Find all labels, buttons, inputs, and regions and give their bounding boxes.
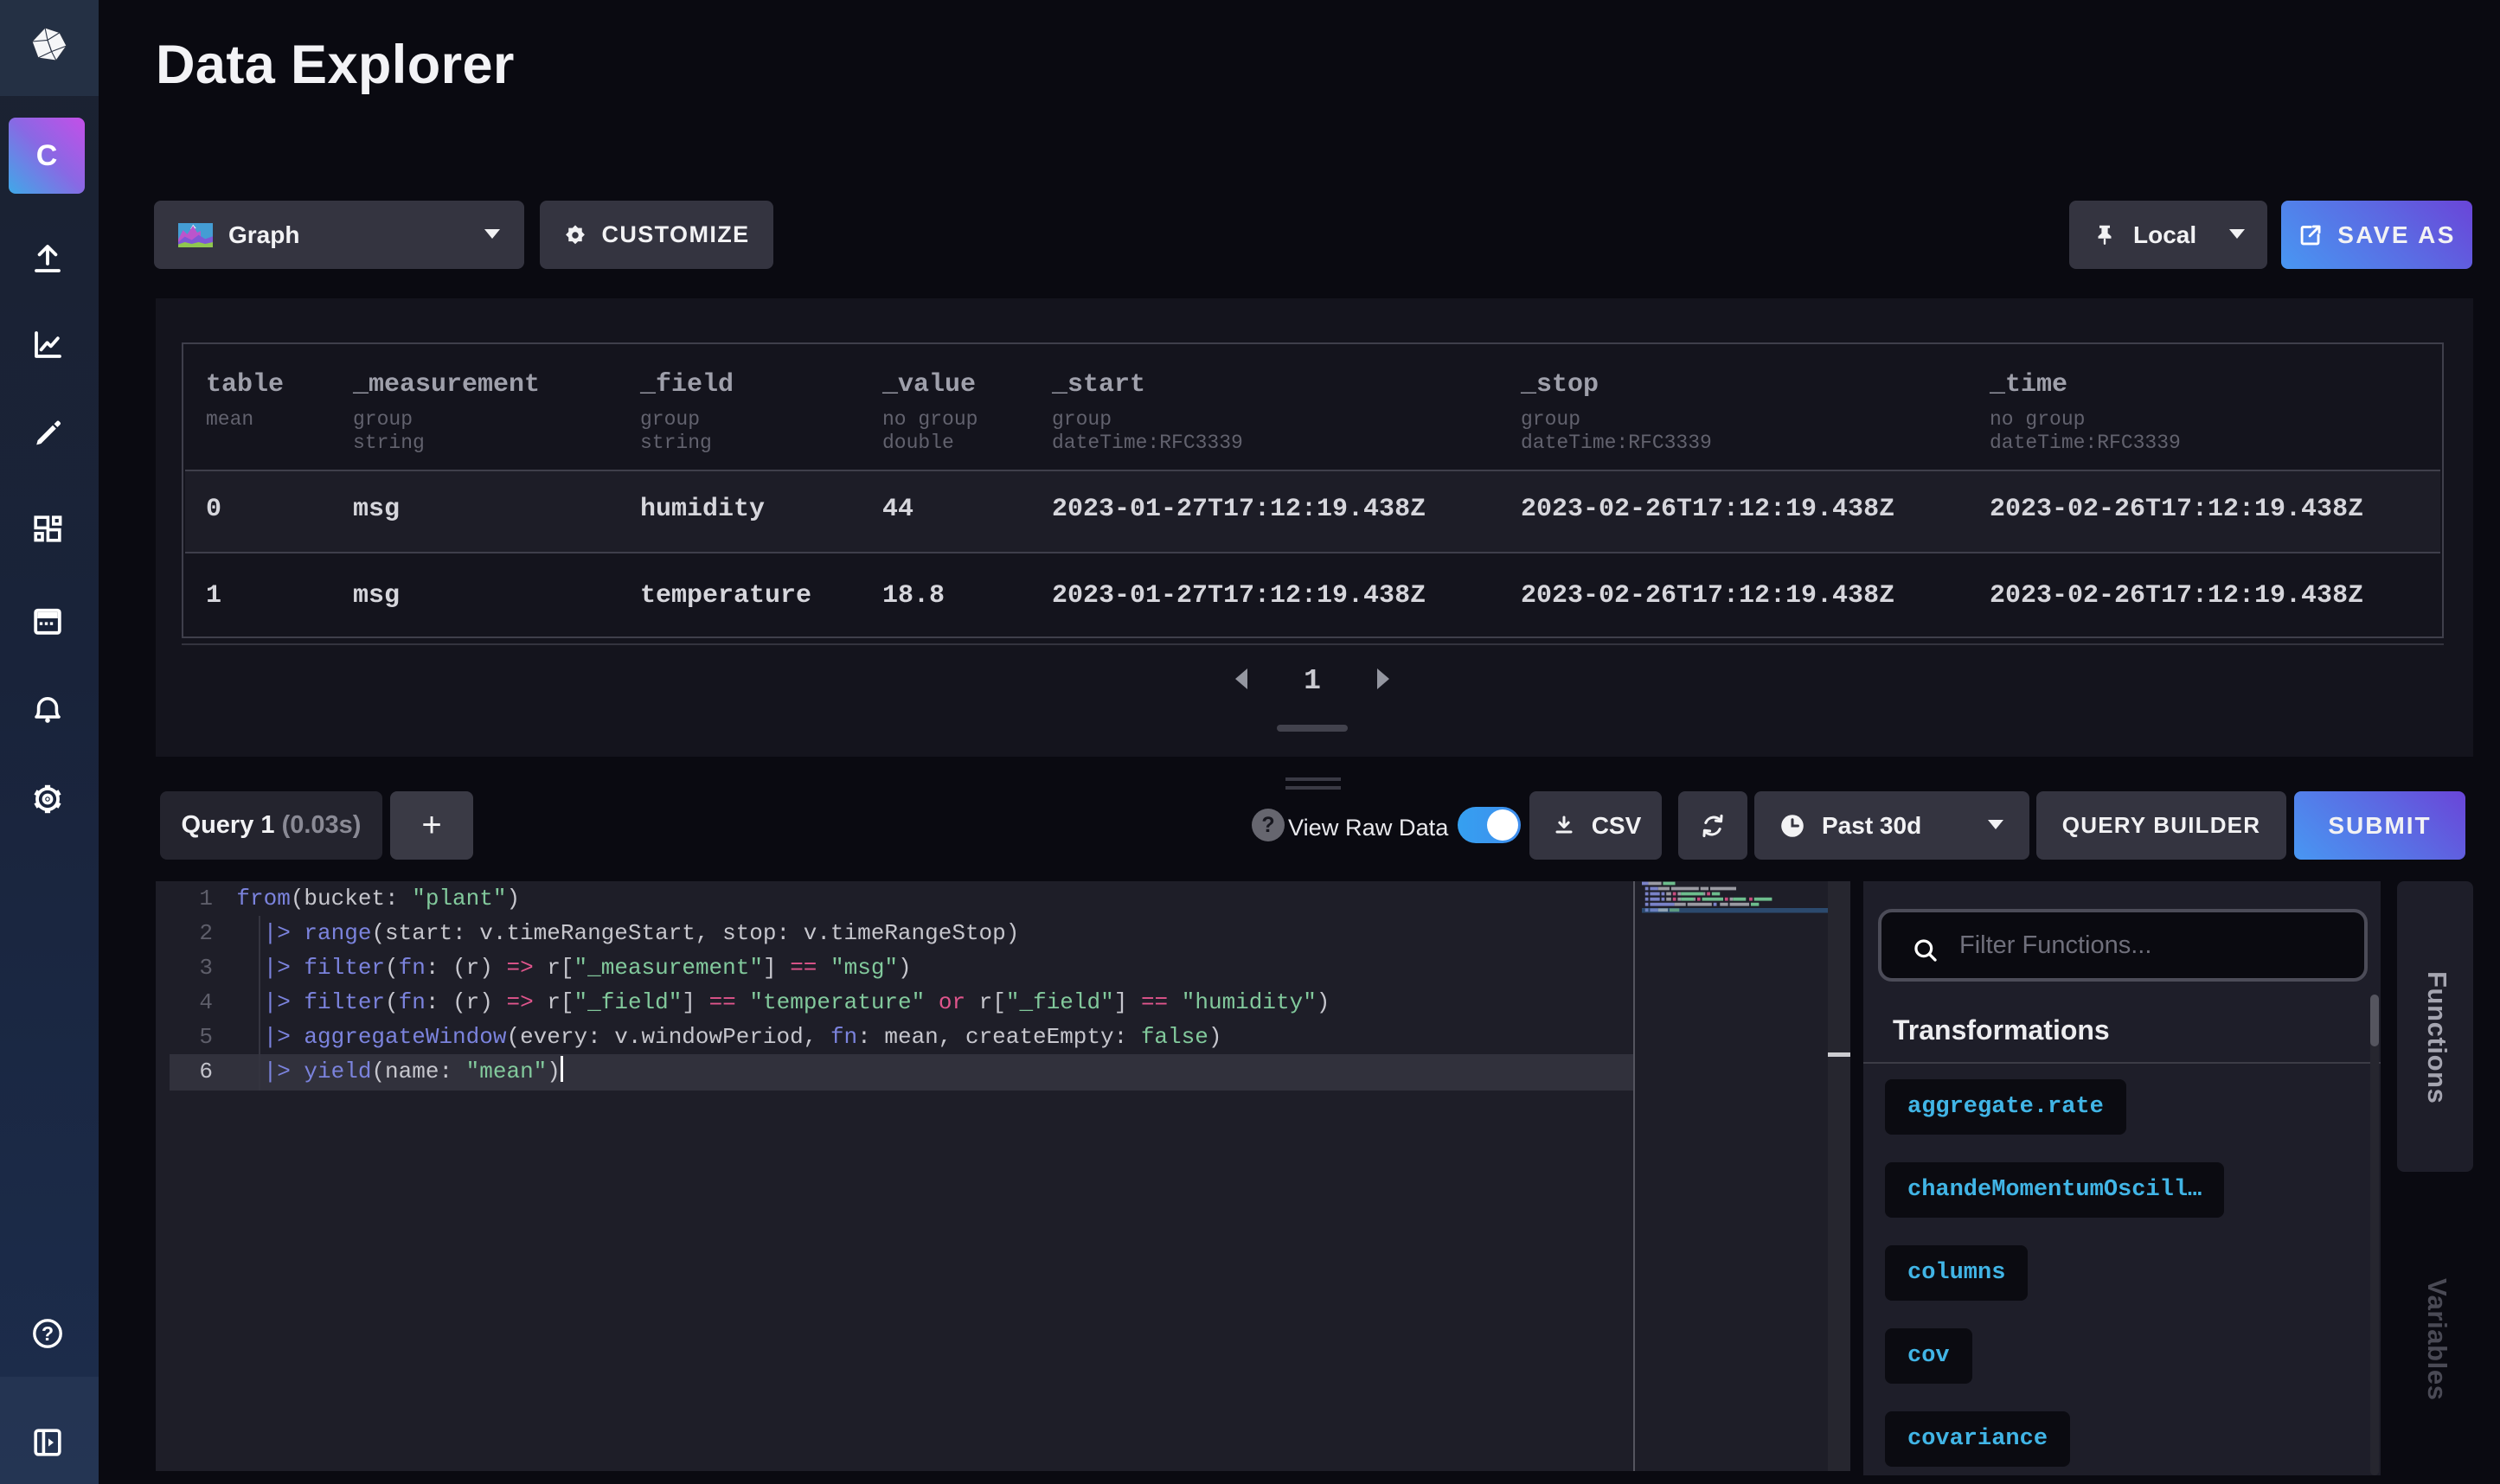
svg-text:?: ? [42,1322,54,1345]
